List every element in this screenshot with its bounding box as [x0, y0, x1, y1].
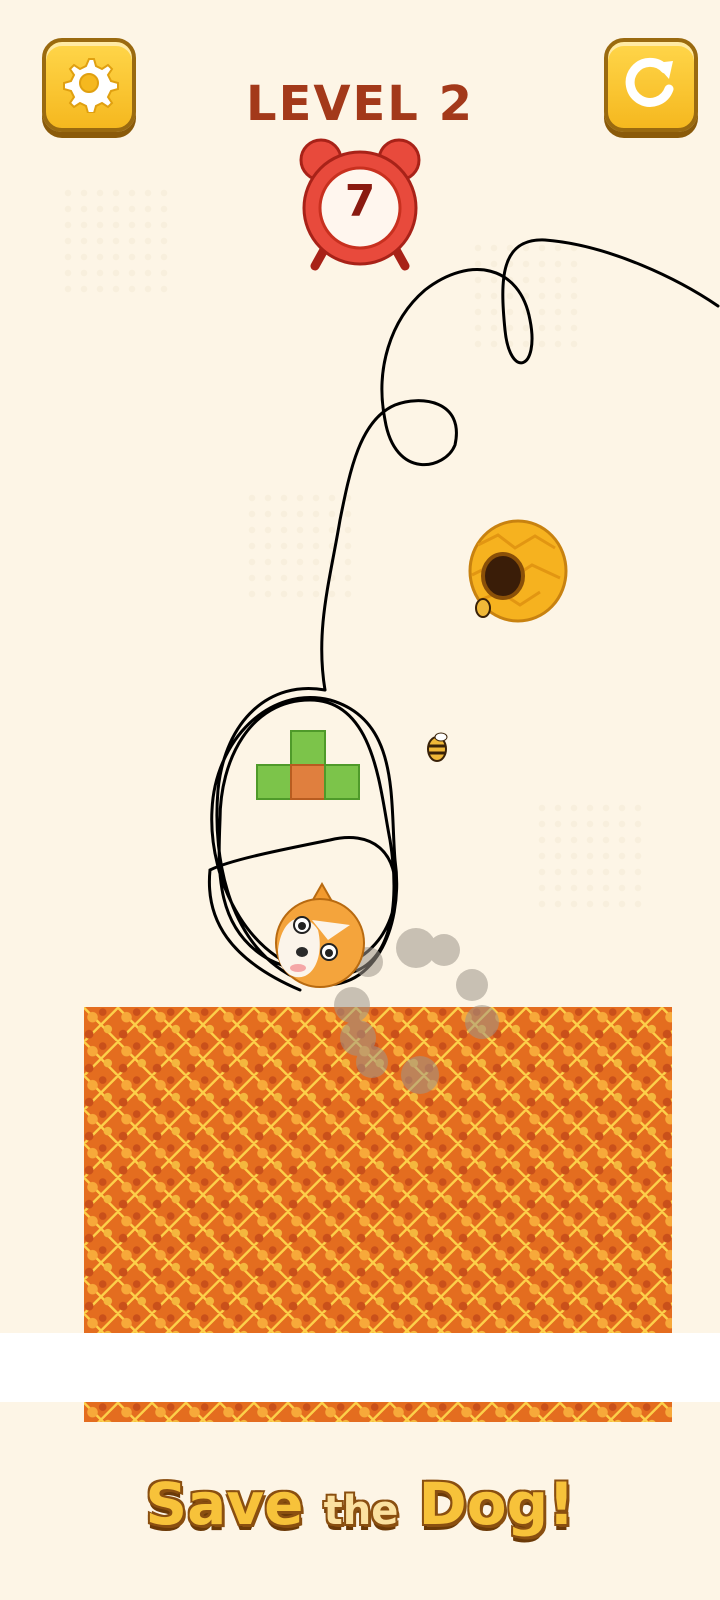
game-scene: [207, 238, 720, 1094]
game-logo: Save the Dog!: [0, 1470, 720, 1538]
bee-flying: [427, 732, 448, 762]
logo-word-dog: Dog!: [418, 1470, 575, 1538]
dog-character: [275, 881, 365, 988]
logo-word-the: the: [323, 1488, 399, 1534]
logo-word-save: Save: [145, 1470, 304, 1538]
block-stack: [256, 730, 360, 800]
bee: [475, 598, 491, 618]
drawn-line: [320, 238, 720, 692]
